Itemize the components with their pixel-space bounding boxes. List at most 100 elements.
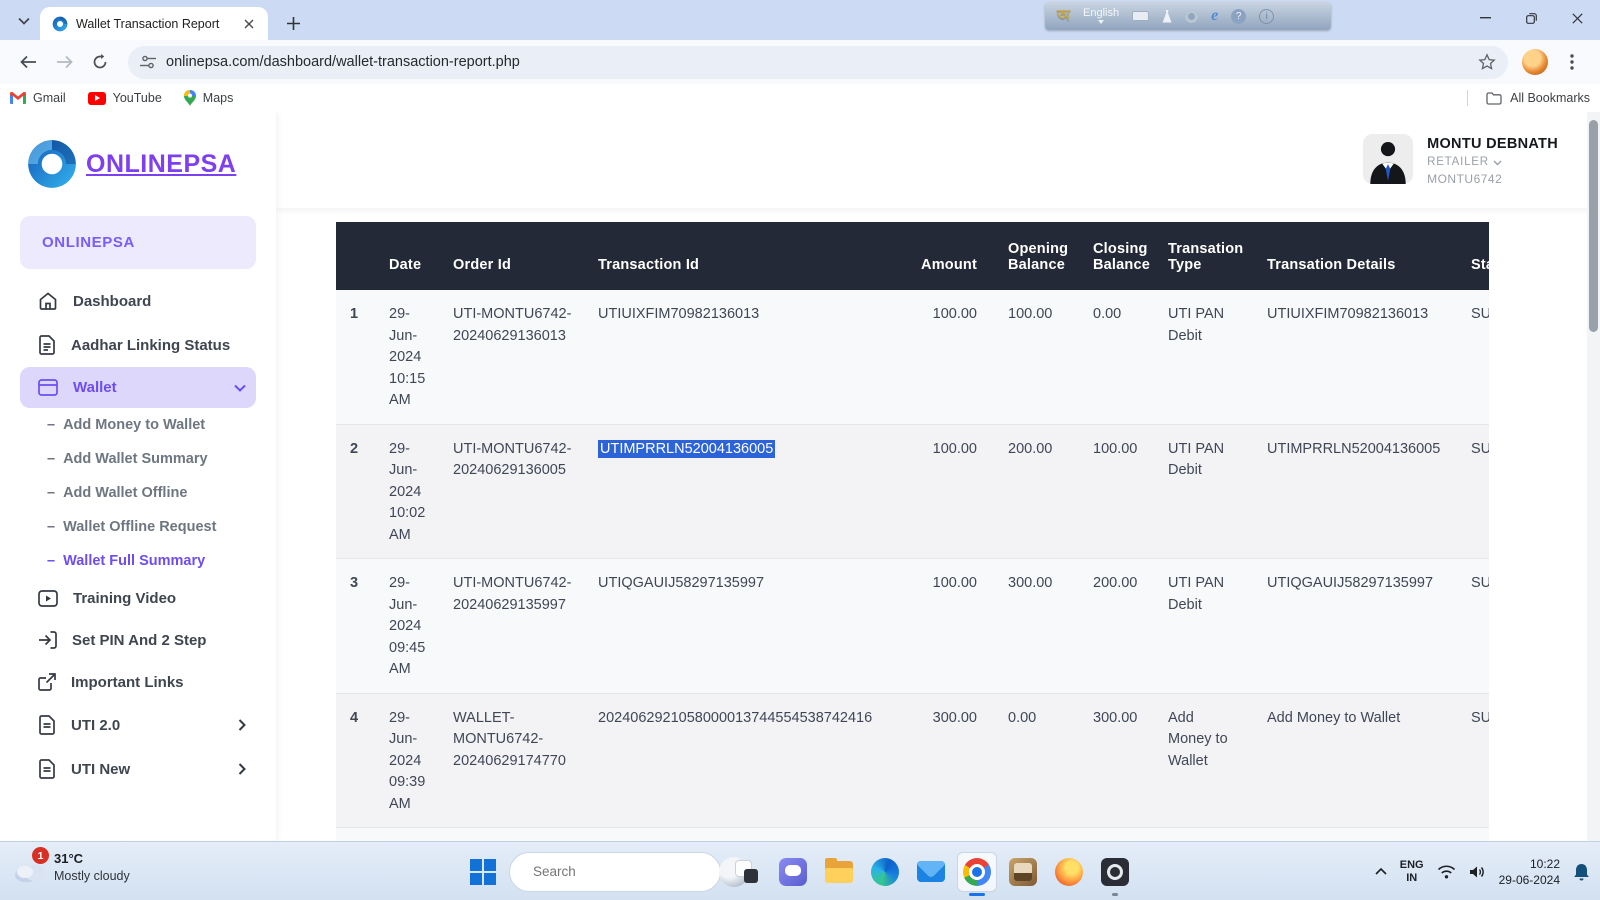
bookmark-gmail[interactable]: Gmail (10, 91, 66, 105)
weather-widget[interactable]: 1 31°C Mostly cloudy (14, 849, 130, 889)
url-text[interactable]: onlinepsa.com/dashboard/wallet-transacti… (166, 54, 1478, 70)
sidebar-item-dashboard[interactable]: Dashboard (20, 279, 256, 323)
selected-text: UTIMPRRLN52004136005 (598, 440, 775, 458)
chat-icon (779, 858, 807, 886)
browser-menu-icon[interactable] (1557, 47, 1587, 77)
sidebar-subitem-wallet-full-summary[interactable]: –Wallet Full Summary (20, 544, 256, 578)
reload-icon[interactable] (85, 47, 115, 77)
sidebar-subitem-wallet-offline-request[interactable]: –Wallet Offline Request (20, 510, 256, 544)
bookmark-star-icon[interactable] (1478, 53, 1496, 71)
window-minimize-icon[interactable] (1462, 0, 1508, 36)
col-transation-type: Transation Type (1158, 222, 1257, 290)
site-settings-icon[interactable] (140, 55, 156, 69)
sidebar-item-set-pin[interactable]: Set PIN And 2 Step (20, 619, 256, 661)
back-icon[interactable] (13, 47, 43, 77)
sidebar: ONLINEPSA ONLINEPSA Dashboard Aadhar Lin… (0, 112, 276, 841)
sidebar-item-wallet[interactable]: Wallet (20, 367, 256, 408)
task-view-button[interactable] (727, 852, 767, 892)
document-icon (38, 335, 56, 355)
table-row: 5 21- UTI-MONTU6742- UTILIZPXG6304213289… (336, 828, 1489, 842)
col-closing-balance: Closing Balance (1083, 222, 1158, 290)
taskbar-search[interactable] (509, 852, 721, 892)
tray-date: 29-06-2024 (1499, 872, 1560, 888)
new-tab-icon[interactable] (280, 10, 306, 36)
spell-checker-icon[interactable] (1162, 10, 1172, 23)
photos-icon (1009, 858, 1037, 886)
tab-title: Wallet Transaction Report (76, 17, 240, 31)
user-avatar (1363, 134, 1413, 184)
keyboard-layout-icon[interactable] (1132, 11, 1149, 21)
forward-icon[interactable] (49, 47, 79, 77)
sidebar-item-uti-2-0[interactable]: UTI 2.0 (20, 703, 256, 747)
table-row: 1 29-Jun-2024 10:15 AM UTI-MONTU6742-202… (336, 290, 1489, 424)
divider (1467, 90, 1468, 106)
bookmark-maps[interactable]: Maps (184, 90, 234, 106)
sidebar-subitem-add-money-to-wallet[interactable]: –Add Money to Wallet (20, 408, 256, 442)
tray-time: 10:22 (1499, 856, 1560, 872)
sidebar-section-label: ONLINEPSA (20, 216, 256, 269)
taskbar: 1 31°C Mostly cloudy (0, 841, 1600, 900)
user-name: MONTU DEBNATH (1427, 137, 1558, 152)
chat-button[interactable] (773, 852, 813, 892)
browser-integration-icon[interactable]: e (1211, 7, 1218, 25)
home-icon (38, 291, 58, 311)
col-transaction-id: Transaction Id (598, 222, 913, 290)
browser-profile-avatar[interactable] (1522, 49, 1548, 75)
clock[interactable]: 10:22 29-06-2024 (1499, 856, 1560, 888)
sidebar-subitem-add-wallet-summary[interactable]: –Add Wallet Summary (20, 442, 256, 476)
script-keyboard-icon[interactable]: অ (1057, 4, 1070, 29)
table-row: 4 29-Jun-2024 09:39 AM WALLET-MONTU6742-… (336, 693, 1489, 828)
screen: Wallet Transaction Report অ English e ? … (0, 0, 1600, 900)
col-amount: Amount (913, 222, 986, 290)
sidebar-item-important-links[interactable]: Important Links (20, 661, 256, 703)
sidebar-item-aadhar-linking-status[interactable]: Aadhar Linking Status (20, 323, 256, 367)
mail-button[interactable] (911, 852, 951, 892)
url-bar[interactable]: onlinepsa.com/dashboard/wallet-transacti… (128, 46, 1508, 79)
tab-close-icon[interactable] (240, 15, 258, 33)
document-icon (38, 715, 56, 735)
page-scrollbar[interactable] (1587, 112, 1600, 841)
wifi-icon[interactable] (1437, 865, 1456, 879)
help-icon[interactable]: ? (1231, 9, 1246, 24)
sidebar-item-training-video[interactable]: Training Video (20, 578, 256, 619)
all-bookmarks[interactable]: All Bookmarks (1467, 90, 1590, 106)
table-row: 3 29-Jun-2024 09:45 AM UTI-MONTU6742-202… (336, 559, 1489, 694)
firefox-button[interactable] (1049, 852, 1089, 892)
media-player-button[interactable] (1095, 852, 1135, 892)
photos-button[interactable] (1003, 852, 1043, 892)
settings-gear-icon[interactable] (1185, 10, 1198, 23)
brand-logo[interactable]: ONLINEPSA (0, 112, 276, 212)
scrollbar-thumb[interactable] (1589, 120, 1598, 332)
start-button[interactable] (463, 852, 503, 892)
col-transation-details: Transation Details (1257, 222, 1461, 290)
language-selector[interactable]: English (1083, 8, 1119, 24)
notification-bell-icon[interactable] (1573, 863, 1590, 881)
chrome-button[interactable] (957, 852, 997, 892)
bookmark-youtube[interactable]: YouTube (88, 91, 162, 105)
notification-badge: 1 (32, 847, 49, 864)
search-input[interactable] (533, 864, 710, 879)
tab-search-icon[interactable] (10, 8, 38, 34)
login-arrow-icon (38, 631, 57, 649)
mail-icon (917, 861, 945, 882)
chrome-icon (963, 858, 991, 886)
input-language[interactable]: ENGIN (1400, 859, 1424, 885)
weather-desc: Mostly cloudy (54, 869, 130, 883)
user-role[interactable]: RETAILER (1427, 155, 1558, 170)
user-profile[interactable]: MONTU DEBNATH RETAILER MONTU6742 (1363, 134, 1558, 187)
video-icon (38, 590, 58, 607)
sidebar-subitem-add-wallet-offline[interactable]: –Add Wallet Offline (20, 476, 256, 510)
browser-tab-active[interactable]: Wallet Transaction Report (40, 7, 268, 40)
sidebar-item-uti-new[interactable]: UTI New (20, 747, 256, 791)
window-restore-icon[interactable] (1508, 0, 1554, 36)
cloud-icon (14, 861, 46, 883)
edge-button[interactable] (865, 852, 905, 892)
window-close-icon[interactable] (1554, 0, 1600, 36)
tray-chevron-up-icon[interactable] (1375, 868, 1387, 875)
volume-icon[interactable] (1469, 865, 1486, 879)
info-icon[interactable]: i (1259, 9, 1274, 24)
file-explorer-button[interactable] (819, 852, 859, 892)
bookmarks-bar: Gmail YouTube Maps All Bookmarks (0, 84, 1600, 112)
weather-temp: 31°C (54, 851, 130, 866)
chevron-right-icon (238, 719, 246, 731)
